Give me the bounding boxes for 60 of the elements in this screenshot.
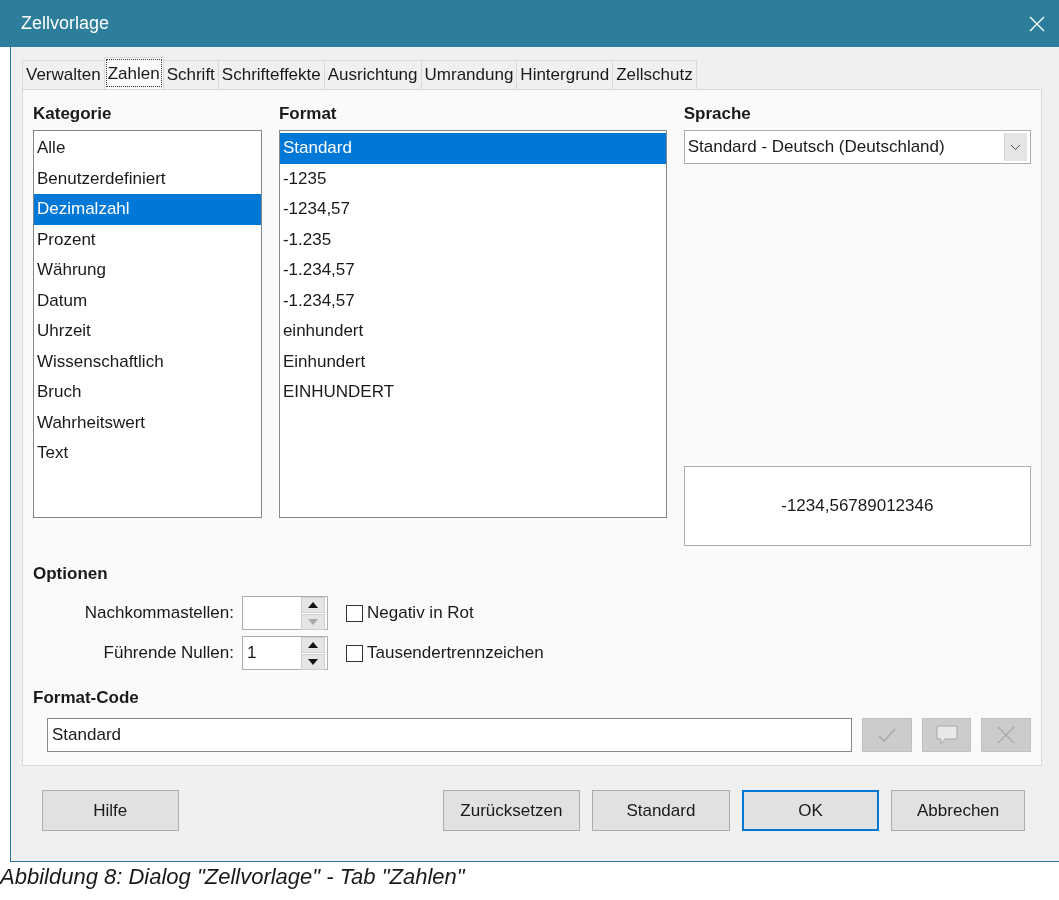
preview-value: -1234,56789012346 [781, 496, 934, 516]
list-item[interactable]: Wahrheitswert [34, 407, 261, 438]
list-item[interactable]: Benutzerdefiniert [34, 163, 261, 194]
list-item[interactable]: Text [34, 438, 261, 469]
down-arrow-icon [308, 658, 318, 665]
spin-down-button[interactable] [301, 653, 325, 670]
field-label: Nachkommastellen: [83, 603, 235, 623]
language-dropdown[interactable]: Standard - Deutsch (Deutschland) [683, 130, 1031, 164]
dialog-button[interactable]: OK [741, 790, 880, 831]
checkbox[interactable] [346, 604, 363, 622]
format-code-field[interactable]: Standard [47, 718, 853, 752]
checkmark-icon [878, 728, 897, 742]
down-arrow-icon [308, 618, 318, 625]
list-item[interactable]: -1.235 [279, 224, 666, 255]
spin-up-button[interactable] [301, 636, 325, 653]
list-item[interactable]: Einhundert [279, 346, 666, 377]
close-icon [997, 726, 1016, 744]
list-item[interactable]: Prozent [34, 224, 261, 255]
list-item[interactable]: EINHUNDERT [279, 377, 666, 408]
field-label: Führende Nullen: [102, 643, 235, 663]
list-item[interactable]: -1235 [279, 163, 666, 194]
section-heading: Sprache [683, 104, 752, 124]
checkbox[interactable] [346, 644, 363, 662]
list-item[interactable]: -1.234,57 [279, 255, 666, 286]
spin-field[interactable]: 1 [242, 636, 328, 670]
list-item[interactable]: Standard [279, 133, 666, 164]
checkbox-label[interactable]: Negativ in Rot [346, 603, 474, 623]
close-icon[interactable] [1029, 15, 1045, 32]
tab[interactable]: Zahlen [103, 57, 164, 89]
section-heading: Optionen [33, 564, 109, 584]
field-value: 1 [247, 643, 257, 663]
section-heading: Format [278, 104, 338, 124]
list-item[interactable]: Uhrzeit [34, 316, 261, 347]
spin-up-button[interactable] [301, 596, 325, 613]
dialog-button[interactable]: Hilfe [42, 790, 179, 831]
list-item[interactable]: Währung [34, 255, 261, 286]
list-item[interactable]: einhundert [279, 316, 666, 347]
spin-field[interactable] [242, 596, 328, 630]
list-item[interactable]: Datum [34, 285, 261, 316]
list-item[interactable]: Bruch [34, 377, 261, 408]
list-item[interactable]: -1.234,57 [279, 285, 666, 316]
speech-bubble-icon [935, 725, 958, 745]
tab[interactable]: Verwalten [22, 60, 105, 89]
tab[interactable]: Zellschutz [612, 60, 697, 89]
up-arrow-icon [308, 641, 318, 648]
dropdown-toggle[interactable] [1004, 133, 1027, 161]
dropdown-value: Standard - Deutsch (Deutschland) [687, 137, 945, 157]
section-heading: Kategorie [33, 104, 113, 124]
chevron-down-icon [1010, 143, 1022, 151]
dialog-button[interactable]: Zurücksetzen [442, 790, 581, 831]
up-arrow-icon [308, 601, 318, 608]
section-heading: Format-Code [33, 688, 140, 708]
list-item[interactable]: -1234,57 [279, 194, 666, 225]
dialog-button[interactable]: Standard [592, 790, 730, 831]
checkbox-label[interactable]: Tausendertrennzeichen [346, 643, 544, 663]
list-item[interactable]: Alle [34, 133, 261, 164]
list-item[interactable]: Dezimalzahl [34, 194, 261, 225]
list-item[interactable]: Wissenschaftlich [34, 346, 261, 377]
dialog-button[interactable]: Abbrechen [891, 790, 1025, 831]
window-title: Zellvorlage [21, 13, 110, 34]
